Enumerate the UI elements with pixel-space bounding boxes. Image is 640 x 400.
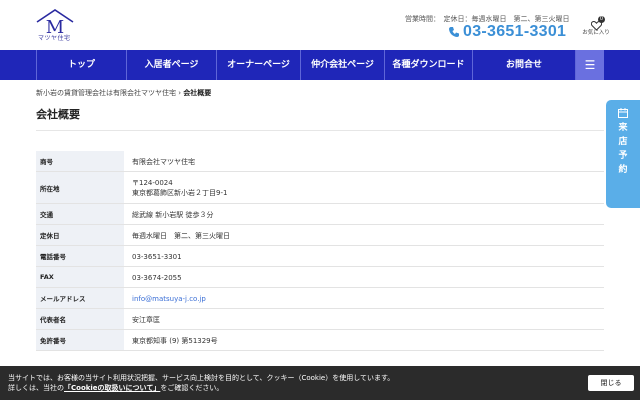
value-line: 〒124-0024	[132, 179, 173, 187]
row-value: 総武線 新小岩駅 徒歩３分	[132, 204, 604, 225]
nav-item-broker[interactable]: 仲介会社ページ	[300, 50, 384, 80]
page-title: 会社概要	[36, 108, 80, 121]
site-header: M マツヤ住宅 営業時間： 定休日：毎週水曜日 第二、第三火曜日 03-3651…	[0, 0, 640, 50]
row-label: 商号	[36, 151, 124, 171]
email-link[interactable]: info@matsuya-j.co.jp	[132, 295, 604, 303]
phone-icon	[448, 23, 460, 42]
cookie-line-2: 詳しくは、当社の「Cookieの取扱いについて」をご確認ください。	[8, 383, 394, 393]
logo-subtitle: マツヤ住宅	[38, 35, 71, 42]
hamburger-icon[interactable]: ☰	[576, 50, 604, 80]
title-divider	[36, 130, 604, 131]
table-row: 所在地 〒124-0024 東京都葛飾区新小岩２丁目9-1	[36, 172, 604, 204]
row-value: 東京都知事 (9) 第51329号	[132, 330, 604, 351]
visit-reservation-tab[interactable]: 来 店 予 約	[606, 100, 640, 208]
breadcrumb: 新小岩の賃貸管理会社は有限会社マツヤ住宅 › 会社概要	[36, 88, 211, 98]
breadcrumb-separator: ›	[178, 89, 182, 97]
row-value: 毎週水曜日 第二、第三火曜日	[132, 225, 604, 246]
table-row: メールアドレス info@matsuya-j.co.jp	[36, 288, 604, 309]
value-line: 毎週水曜日 第二、第三火曜日	[132, 231, 230, 240]
row-label: 定休日	[36, 225, 124, 245]
value-line: 東京都葛飾区新小岩２丁目9-1	[132, 189, 228, 197]
cookie-banner: 当サイトでは、お客様の当サイト利用状況把握、サービス向上検討を目的として、クッキ…	[0, 366, 640, 400]
nav-item-top[interactable]: トップ	[36, 50, 126, 80]
cookie-policy-link[interactable]: 「Cookieの取扱いについて」	[64, 384, 160, 392]
main-nav: トップ 入居者ページ オーナーページ 仲介会社ページ 各種ダウンロード お問合せ…	[0, 50, 640, 80]
reservation-char: 来	[618, 123, 628, 133]
breadcrumb-home-link[interactable]: 新小岩の賃貸管理会社は有限会社マツヤ住宅	[36, 89, 176, 97]
cookie-line-1: 当サイトでは、お客様の当サイト利用状況把握、サービス向上検討を目的として、クッキ…	[8, 374, 395, 382]
favorites-button[interactable]: 0 お気に入り	[580, 14, 612, 40]
cookie-text: 当サイトでは、お客様の当サイト利用状況把握、サービス向上検討を目的として、クッキ…	[8, 373, 394, 393]
table-row: 免許番号 東京都知事 (9) 第51329号	[36, 330, 604, 351]
row-value: 〒124-0024 東京都葛飾区新小岩２丁目9-1	[132, 172, 604, 204]
row-value: 03-3674-2055	[132, 267, 604, 288]
nav-item-resident[interactable]: 入居者ページ	[126, 50, 216, 80]
row-label: 所在地	[36, 172, 124, 203]
table-row: 代表者名 安江章匡	[36, 309, 604, 330]
row-value: 03-3651-3301	[132, 246, 604, 267]
phone-number: 03-3651-3301	[463, 23, 567, 40]
table-row: 交通 総武線 新小岩駅 徒歩３分	[36, 204, 604, 225]
value-line: 03-3674-2055	[132, 273, 182, 282]
nav-item-contact[interactable]: お問合せ	[472, 50, 576, 80]
company-info-table: 商号 有限会社マツヤ住宅 所在地 〒124-0024 東京都葛飾区新小岩２丁目9…	[36, 151, 604, 351]
value-line: 03-3651-3301	[132, 252, 182, 261]
table-row: 定休日 毎週水曜日 第二、第三火曜日	[36, 225, 604, 246]
table-row: FAX 03-3674-2055	[36, 267, 604, 288]
value-line: 東京都知事 (9) 第51329号	[132, 336, 218, 345]
value-line: 安江章匡	[132, 315, 160, 324]
row-label: 電話番号	[36, 246, 124, 266]
row-value: 安江章匡	[132, 309, 604, 330]
table-row: 商号 有限会社マツヤ住宅	[36, 151, 604, 172]
table-row: 電話番号 03-3651-3301	[36, 246, 604, 267]
reservation-char: 店	[618, 137, 628, 147]
cookie-line-2-suffix: をご確認ください。	[160, 384, 224, 392]
favorites-label: お気に入り	[582, 30, 610, 36]
row-value: info@matsuya-j.co.jp	[132, 288, 604, 309]
row-value: 有限会社マツヤ住宅	[132, 151, 604, 172]
nav-item-download[interactable]: 各種ダウンロード	[384, 50, 472, 80]
reservation-char: 予	[618, 151, 628, 161]
cookie-close-button[interactable]: 閉じる	[588, 375, 634, 391]
cookie-line-2-prefix: 詳しくは、当社の	[8, 384, 64, 392]
reservation-char: 約	[618, 165, 628, 175]
favorites-count-badge: 0	[598, 16, 605, 23]
calendar-icon	[606, 108, 640, 121]
value-line: 有限会社マツヤ住宅	[132, 157, 195, 166]
row-label: 交通	[36, 204, 124, 224]
breadcrumb-current: 会社概要	[183, 89, 212, 97]
row-label: 免許番号	[36, 330, 124, 350]
value-line: 総武線 新小岩駅 徒歩３分	[132, 210, 214, 219]
row-label: メールアドレス	[36, 288, 124, 308]
row-label: FAX	[36, 267, 124, 287]
nav-item-owner[interactable]: オーナーページ	[216, 50, 300, 80]
phone-link[interactable]: 03-3651-3301	[448, 23, 566, 41]
row-label: 代表者名	[36, 309, 124, 329]
